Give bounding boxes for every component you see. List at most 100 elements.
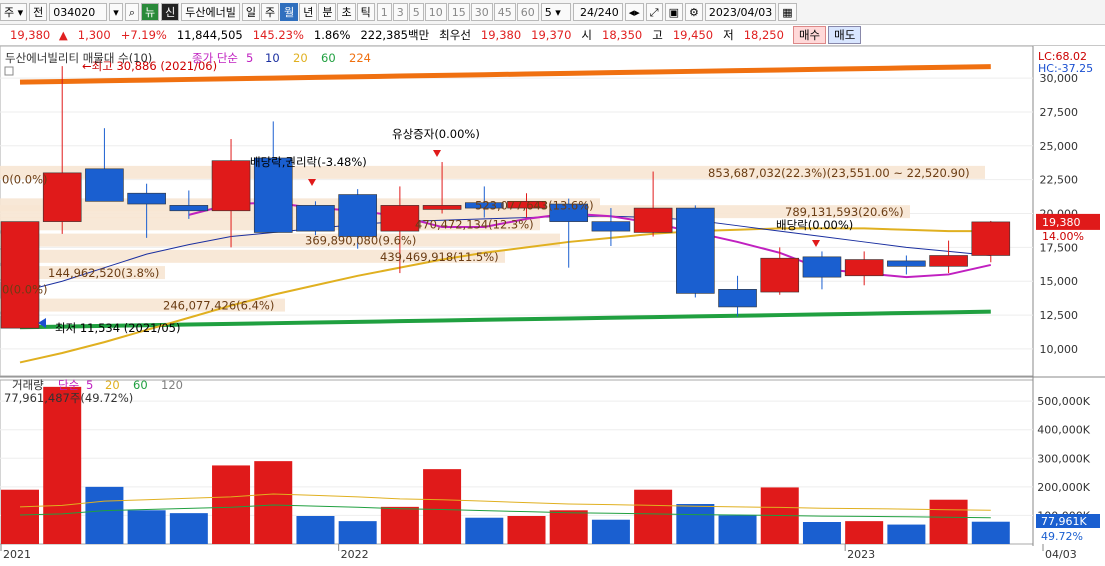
volume-max-label: 77,961,487주(49.72%)	[4, 391, 133, 405]
period-button-0[interactable]: 일	[241, 3, 260, 21]
toolbar: 주 ▾ 전 034020 ▾ ⌕ 뉴 신 두산에너빌 일주월년분초틱 1 3 5 10…	[0, 0, 1105, 25]
high-label: 고	[652, 28, 663, 42]
candle-body	[887, 260, 926, 267]
stock-name: 두산에너빌	[181, 3, 240, 21]
volume-profile-label: 470,472,134(12.3%)	[415, 217, 534, 231]
legend-item: 60	[321, 51, 336, 65]
price-tick-label: 22,500	[1040, 174, 1079, 187]
candle-body	[380, 205, 420, 232]
volume-bar	[549, 510, 588, 544]
change-value: 1,300	[77, 28, 111, 42]
cancel-button[interactable]: 뉴	[140, 3, 160, 21]
volume-legend-item: 120	[161, 378, 183, 392]
code-input[interactable]: 034020	[49, 3, 108, 21]
prev-button[interactable]: 전	[29, 3, 48, 21]
range-input[interactable]: 24/240	[572, 3, 623, 21]
bid-price: 19,370	[531, 28, 572, 42]
interval-button-1[interactable]: 3	[392, 3, 408, 21]
calendar-icon[interactable]: ▦	[778, 3, 797, 21]
candle-body	[296, 205, 335, 232]
interval-button-3[interactable]: 10	[424, 3, 447, 21]
volume-profile-label: 439,469,918(11.5%)	[380, 250, 499, 264]
low-value: 18,250	[743, 28, 784, 42]
volume-bar	[169, 513, 208, 544]
gear-icon[interactable]: ⚙	[684, 3, 703, 21]
volume-value: 11,844,505	[176, 28, 243, 42]
interval-group: 1 3 5 10 15 30 45 60	[376, 3, 539, 21]
period-button-2[interactable]: 월	[280, 3, 299, 21]
market-select[interactable]: 주 ▾	[0, 3, 28, 21]
period-button-1[interactable]: 주	[260, 3, 280, 21]
buy-button[interactable]: 매수	[792, 26, 827, 44]
candle-body	[42, 172, 82, 222]
amount-value: 222,385백만	[360, 28, 430, 42]
event-marker-icon	[812, 240, 820, 247]
current-price-label: 19,380	[1042, 216, 1081, 229]
period-button-5[interactable]: 초	[337, 3, 356, 21]
volume-bar	[676, 504, 715, 544]
candle-body	[929, 255, 968, 267]
volume-tick-label: 500,000K	[1037, 395, 1090, 408]
volume-bar	[423, 469, 462, 544]
period-button-6[interactable]: 틱	[356, 3, 375, 21]
search-icon[interactable]: ⌕	[124, 3, 139, 21]
interval-button-6[interactable]: 45	[493, 3, 516, 21]
draw-icon[interactable]: ⤢	[645, 3, 663, 21]
price-chart-title: 두산에너빌리티 매물대 수(10)	[5, 51, 152, 65]
candle-body	[760, 257, 800, 293]
volume-ma-line	[19, 493, 991, 511]
volume-legend-item: 60	[133, 378, 148, 392]
volume-bar	[887, 524, 926, 544]
volume-legend-item: 5	[86, 378, 93, 392]
volume-profile-bar	[0, 233, 560, 247]
volume-bar	[212, 465, 251, 544]
volume-bar	[254, 461, 293, 544]
price-tick-label: 12,500	[1040, 309, 1079, 322]
volume-bar	[929, 499, 968, 544]
volume-profile-label: 369,890,080(9.6%)	[305, 234, 416, 248]
candle-body	[802, 256, 842, 278]
volume-bar	[338, 521, 377, 544]
volume-profile-label: 523,077,643(13.6%)	[475, 198, 594, 212]
candle-body	[718, 289, 757, 308]
x-tick-label: 2022	[341, 548, 369, 561]
ticker-bar: 19,380 ▲ 1,300 +7.19% 11,844,505 145.23%…	[0, 25, 1105, 46]
interval-button-7[interactable]: 60	[516, 3, 539, 21]
volume-bar	[718, 515, 757, 544]
volume-bar	[507, 516, 546, 544]
interval-button-5[interactable]: 30	[470, 3, 493, 21]
current-volume-label: 77,961K	[1041, 515, 1087, 528]
period-button-4[interactable]: 분	[318, 3, 337, 21]
candle-body	[844, 259, 884, 277]
volume-bar	[591, 519, 630, 544]
volume-title: 거래량	[12, 378, 44, 392]
interval-button-2[interactable]: 5	[408, 3, 424, 21]
volume-bar	[845, 521, 884, 544]
open-label: 시	[581, 28, 592, 42]
save-icon[interactable]: ▣	[664, 3, 683, 21]
volume-tick-label: 300,000K	[1037, 452, 1090, 465]
scroll-left-icon[interactable]: ◂▸	[624, 3, 644, 21]
open-value: 18,350	[602, 28, 643, 42]
x-tick-label: 04/03	[1045, 548, 1077, 561]
chart-annotation: 유상증자(0.00%)	[392, 127, 480, 141]
priority-label: 최우선	[439, 28, 471, 42]
credit-badge: 신	[161, 3, 180, 21]
count-select[interactable]: 5 ▾	[540, 3, 571, 21]
volume-rate: 145.23%	[252, 28, 304, 42]
date-input[interactable]: 2023/04/03	[704, 3, 777, 21]
x-tick-label: 2021	[3, 548, 31, 561]
candle-body	[127, 192, 166, 205]
period-button-3[interactable]: 년	[299, 3, 318, 21]
volume-profile-label: 246,077,426(6.4%)	[163, 299, 274, 313]
change-rate: +7.19%	[120, 28, 167, 42]
code-dropdown-icon[interactable]: ▾	[109, 3, 123, 21]
volume-bar	[1, 489, 39, 544]
interval-button-0[interactable]: 1	[376, 3, 392, 21]
chart-area[interactable]: 10,00012,50015,00017,50020,00022,50025,0…	[0, 46, 1105, 566]
ma20-line	[19, 227, 991, 364]
volume-bar	[465, 517, 504, 544]
sell-button[interactable]: 매도	[828, 26, 862, 44]
interval-button-4[interactable]: 15	[447, 3, 470, 21]
price-tick-label: 27,500	[1040, 106, 1079, 119]
